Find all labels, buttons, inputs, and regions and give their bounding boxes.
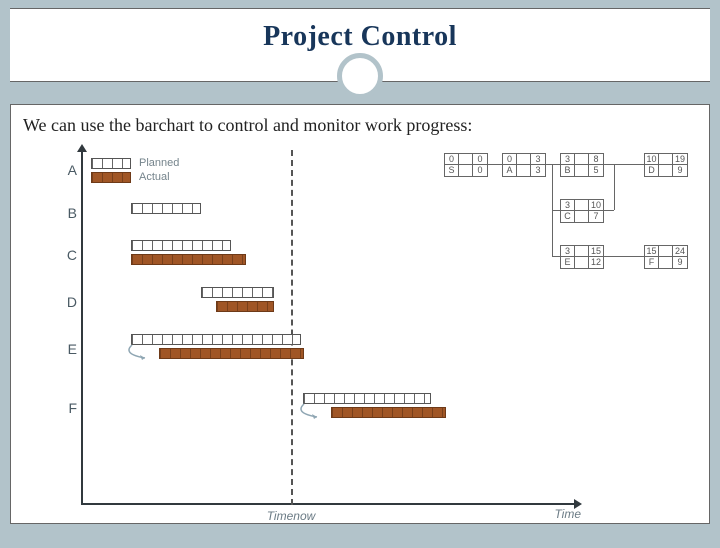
slide-title: Project Control: [10, 21, 710, 53]
bar-e-planned: [131, 334, 301, 345]
timenow-line: [291, 150, 293, 505]
node-f: 1524 F9: [644, 245, 688, 269]
bar-e-actual: [159, 348, 304, 359]
title-block: Project Control: [10, 8, 710, 82]
node-c: 310 C7: [560, 199, 604, 223]
bar-d-planned: [201, 287, 274, 298]
node-e: 315 E12: [560, 245, 604, 269]
task-label-a: A: [59, 162, 77, 178]
node-s: 00 S0: [444, 153, 488, 177]
bar-b-planned: [131, 203, 201, 214]
bar-f-planned: [303, 393, 431, 404]
bar-a-actual: [91, 172, 131, 183]
task-label-b: B: [59, 205, 77, 221]
task-label-e: E: [59, 341, 77, 357]
x-axis: [81, 503, 576, 505]
node-d: 1019 D9: [644, 153, 688, 177]
task-label-c: C: [59, 247, 77, 263]
body-text: We can use the barchart to control and m…: [23, 115, 697, 136]
bar-c-actual: [131, 254, 246, 265]
node-b: 38 B5: [560, 153, 604, 177]
body-block: We can use the barchart to control and m…: [10, 104, 710, 524]
bar-d-actual: [216, 301, 274, 312]
network-diagram: 00 S0 03 A3 38 B5 1019 D9 310 C7 315 E12: [444, 153, 694, 293]
task-label-d: D: [59, 294, 77, 310]
node-a: 03 A3: [502, 153, 546, 177]
task-label-f: F: [59, 400, 77, 416]
bar-c-planned: [131, 240, 231, 251]
bar-f-actual: [331, 407, 446, 418]
legend-actual: Actual: [139, 171, 170, 183]
x-axis-label: Time: [554, 507, 581, 521]
legend-planned: Planned: [139, 157, 179, 169]
y-axis: [81, 150, 83, 505]
bar-a-planned: [91, 158, 131, 169]
decorative-ring-icon: [337, 53, 383, 99]
timenow-label: Timenow: [267, 509, 316, 523]
